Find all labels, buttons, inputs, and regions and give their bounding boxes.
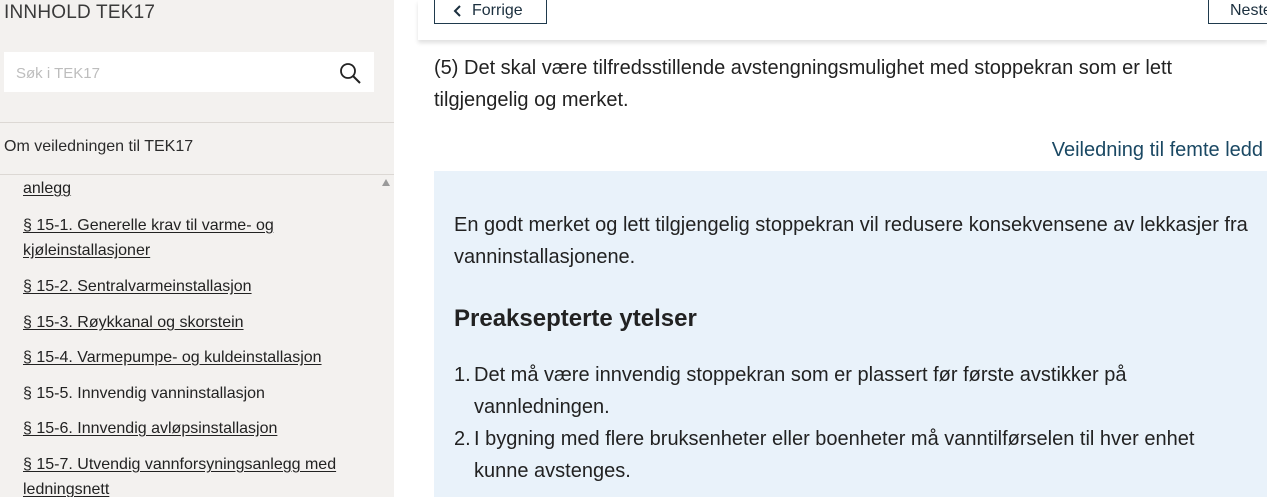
search-box[interactable] <box>4 52 374 94</box>
list-item: 1. Det må være innvendig stoppekran som … <box>454 359 1254 423</box>
regulation-paragraph: (5) Det skal være tilfredsstillende avst… <box>434 57 1173 111</box>
main-content: Forrige Neste (5) Det skal være tilfreds… <box>394 0 1267 497</box>
search-input[interactable] <box>14 52 318 94</box>
prev-button[interactable]: Forrige <box>434 0 547 24</box>
next-label: Neste <box>1230 1 1267 19</box>
divider <box>0 174 394 175</box>
prev-label: Forrige <box>472 1 523 19</box>
toc-item-anlegg[interactable]: anlegg <box>23 176 363 201</box>
search-icon[interactable] <box>338 61 362 85</box>
list-item: 2. I bygning med flere bruksenheter elle… <box>454 423 1254 487</box>
guidance-heading: Preaksepterte ytelser <box>454 305 697 332</box>
toc-item-15-1[interactable]: § 15-1. Generelle krav til varme- og kjø… <box>23 213 363 263</box>
list-item-text: I bygning med flere bruksenheter eller b… <box>474 428 1195 482</box>
list-item-number: 1. <box>454 364 471 386</box>
sidebar-title: INNHOLD TEK17 <box>4 2 156 23</box>
sidebar-scrollbar[interactable] <box>379 176 394 497</box>
toc-item-15-7[interactable]: § 15-7. Utvendig vannforsyningsanlegg me… <box>23 452 363 497</box>
next-button[interactable]: Neste <box>1208 0 1267 24</box>
toc-item-15-3[interactable]: § 15-3. Røykkanal og skorstein <box>23 310 363 335</box>
guidance-toggle-link[interactable]: Veiledning til femte ledd <box>1052 139 1263 162</box>
toc-list: anlegg § 15-1. Generelle krav til varme-… <box>0 176 380 497</box>
guidance-list: 1. Det må være innvendig stoppekran som … <box>454 359 1254 487</box>
nav-bar: Forrige Neste <box>418 0 1267 40</box>
guidance-intro: En godt merket og lett tilgjengelig stop… <box>454 214 1248 268</box>
guidance-box: En godt merket og lett tilgjengelig stop… <box>434 171 1267 497</box>
list-item-number: 2. <box>454 428 471 450</box>
toc-item-15-2[interactable]: § 15-2. Sentralvarmeinstallasjon <box>23 274 363 299</box>
sidebar: INNHOLD TEK17 Om veiledningen til TEK17 … <box>0 0 394 497</box>
om-veiledningen-link[interactable]: Om veiledningen til TEK17 <box>4 138 193 156</box>
toc-item-15-5-current[interactable]: § 15-5. Innvendig vanninstallasjon <box>23 381 363 406</box>
toc-item-15-6[interactable]: § 15-6. Innvendig avløpsinstallasjon <box>23 416 363 441</box>
chevron-left-icon <box>453 4 461 17</box>
scroll-up-arrow-icon[interactable] <box>382 179 390 186</box>
divider <box>0 122 394 123</box>
toc-item-15-4[interactable]: § 15-4. Varmepumpe- og kuldeinstallasjon <box>23 345 363 370</box>
list-item-text: Det må være innvendig stoppekran som er … <box>474 364 1127 418</box>
